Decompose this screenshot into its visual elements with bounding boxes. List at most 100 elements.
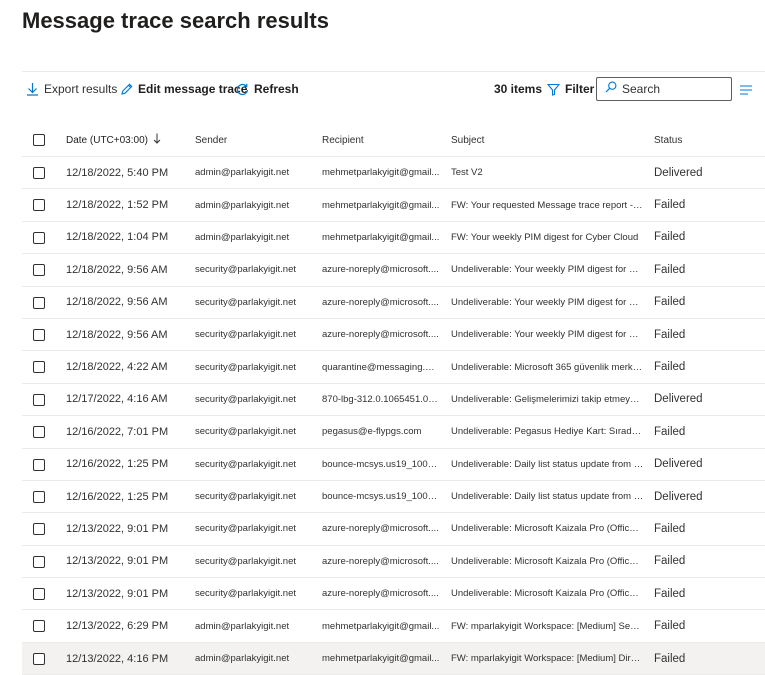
row-sender: security@parlakyigit.net bbox=[195, 555, 296, 567]
column-header-sender[interactable]: Sender bbox=[195, 135, 313, 146]
search-icon bbox=[605, 80, 617, 98]
table-row[interactable]: 12/17/2022, 4:16 AM security@parlakyigit.… bbox=[22, 384, 765, 417]
row-sender: security@parlakyigit.net bbox=[195, 491, 296, 503]
row-recipient: mehmetparlakyigit@gmail... bbox=[322, 231, 440, 243]
row-sender: security@parlakyigit.net bbox=[195, 523, 296, 535]
column-header-recipient[interactable]: Recipient bbox=[322, 135, 440, 146]
row-checkbox[interactable] bbox=[33, 167, 47, 181]
row-date: 12/16/2022, 7:01 PM bbox=[66, 425, 169, 438]
row-date: 12/18/2022, 5:40 PM bbox=[66, 166, 169, 179]
row-status: Failed bbox=[654, 425, 686, 438]
row-date: 12/18/2022, 9:56 AM bbox=[66, 328, 168, 341]
row-status: Failed bbox=[654, 522, 686, 535]
table-row[interactable]: 12/13/2022, 4:16 PM admin@parlakyigit.net… bbox=[22, 642, 765, 675]
table-body: 12/18/2022, 5:40 PM admin@parlakyigit.net… bbox=[22, 157, 765, 675]
table-row[interactable]: 12/18/2022, 1:04 PM admin@parlakyigit.net… bbox=[22, 222, 765, 255]
row-status: Failed bbox=[654, 231, 686, 244]
table-row[interactable]: 12/18/2022, 4:22 AM security@parlakyigit.… bbox=[22, 351, 765, 384]
table-row[interactable]: 12/18/2022, 9:56 AM security@parlakyigit.… bbox=[22, 254, 765, 287]
row-status: Failed bbox=[654, 263, 686, 276]
row-status: Delivered bbox=[654, 458, 703, 471]
row-subject: Undeliverable: Microsoft Kaizala Pro (Of… bbox=[451, 588, 644, 600]
edit-message-trace-button[interactable]: Edit message trace bbox=[120, 74, 247, 104]
row-checkbox[interactable] bbox=[33, 620, 47, 634]
table-row[interactable]: 12/13/2022, 9:01 PM security@parlakyigit.… bbox=[22, 578, 765, 611]
column-header-date[interactable]: Date (UTC+03:00) bbox=[66, 133, 186, 147]
row-subject: Undeliverable: Pegasus Hediye Kart: Sıra… bbox=[451, 426, 644, 438]
row-checkbox[interactable] bbox=[33, 652, 47, 667]
row-recipient: azure-noreply@microsoft.... bbox=[322, 523, 439, 535]
row-recipient: quarantine@messaging.mi... bbox=[322, 361, 440, 373]
table-row[interactable]: 12/13/2022, 6:29 PM admin@parlakyigit.net… bbox=[22, 610, 765, 643]
row-subject: Undeliverable: Microsoft Kaizala Pro (Of… bbox=[451, 555, 644, 567]
table-row[interactable]: 12/13/2022, 9:01 PM security@parlakyigit.… bbox=[22, 513, 765, 546]
row-date: 12/13/2022, 4:16 PM bbox=[66, 652, 169, 665]
row-checkbox[interactable] bbox=[33, 328, 47, 343]
row-checkbox[interactable] bbox=[33, 490, 47, 505]
row-recipient: 870-lbg-312.0.1065451.0.0... bbox=[322, 393, 440, 405]
row-status: Failed bbox=[654, 652, 686, 665]
row-checkbox[interactable] bbox=[33, 426, 47, 440]
search-box[interactable] bbox=[596, 77, 732, 101]
row-checkbox[interactable] bbox=[33, 555, 47, 570]
row-date: 12/17/2022, 4:16 AM bbox=[66, 393, 168, 406]
table-row[interactable]: 12/18/2022, 1:52 PM admin@parlakyigit.net… bbox=[22, 189, 765, 222]
row-date: 12/18/2022, 9:56 AM bbox=[66, 263, 168, 276]
row-checkbox[interactable] bbox=[33, 393, 47, 408]
table-row[interactable]: 12/13/2022, 9:01 PM security@parlakyigit.… bbox=[22, 546, 765, 579]
row-checkbox[interactable] bbox=[33, 361, 47, 375]
row-recipient: pegasus@e-flypgs.com bbox=[322, 426, 422, 438]
row-sender: security@parlakyigit.net bbox=[195, 329, 296, 341]
toolbar: Export results Edit message trace Refres… bbox=[22, 74, 765, 106]
row-recipient: bounce-mcsys.us19_10006... bbox=[322, 458, 440, 470]
row-sender: admin@parlakyigit.net bbox=[195, 231, 290, 243]
column-options-button[interactable] bbox=[740, 82, 753, 100]
row-subject: Undeliverable: Microsoft 365 güvenlik me… bbox=[451, 361, 644, 373]
row-checkbox[interactable] bbox=[33, 458, 47, 473]
row-sender: security@parlakyigit.net bbox=[195, 296, 296, 308]
row-subject: FW: Your weekly PIM digest for Cyber Clo… bbox=[451, 231, 639, 243]
table-row[interactable]: 12/18/2022, 9:56 AM security@parlakyigit.… bbox=[22, 287, 765, 319]
refresh-button[interactable]: Refresh bbox=[236, 74, 299, 104]
table-row[interactable]: 12/16/2022, 7:01 PM security@parlakyigit.… bbox=[22, 416, 765, 449]
row-checkbox[interactable] bbox=[33, 296, 47, 311]
export-results-button[interactable]: Export results bbox=[26, 74, 117, 104]
row-recipient: azure-noreply@microsoft.... bbox=[322, 555, 439, 567]
pencil-icon bbox=[120, 83, 133, 96]
row-checkbox[interactable] bbox=[33, 199, 47, 213]
search-input[interactable] bbox=[622, 82, 722, 96]
edit-message-trace-label: Edit message trace bbox=[138, 82, 248, 96]
row-date: 12/18/2022, 1:04 PM bbox=[66, 231, 169, 244]
row-subject: Undeliverable: Your weekly PIM digest fo… bbox=[451, 296, 644, 308]
row-status: Delivered bbox=[654, 166, 703, 179]
row-status: Delivered bbox=[654, 490, 703, 503]
select-all-checkbox[interactable] bbox=[33, 134, 47, 148]
row-recipient: mehmetparlakyigit@gmail... bbox=[322, 620, 440, 632]
row-subject: FW: Your requested Message trace report … bbox=[451, 199, 644, 211]
row-recipient: azure-noreply@microsoft.... bbox=[322, 588, 439, 600]
column-header-status[interactable]: Status bbox=[654, 135, 734, 146]
row-date: 12/13/2022, 9:01 PM bbox=[66, 555, 169, 568]
row-recipient: mehmetparlakyigit@gmail... bbox=[322, 653, 440, 665]
row-date: 12/13/2022, 9:01 PM bbox=[66, 587, 169, 600]
table-row[interactable]: 12/18/2022, 9:56 AM security@parlakyigit.… bbox=[22, 319, 765, 352]
filter-button[interactable]: Filter bbox=[547, 74, 594, 104]
row-checkbox[interactable] bbox=[33, 264, 47, 278]
column-header-subject[interactable]: Subject bbox=[451, 135, 644, 146]
row-checkbox[interactable] bbox=[33, 588, 47, 602]
row-date: 12/13/2022, 9:01 PM bbox=[66, 522, 169, 535]
row-checkbox[interactable] bbox=[33, 231, 47, 246]
header-divider bbox=[22, 71, 765, 72]
row-date: 12/18/2022, 9:56 AM bbox=[66, 296, 168, 309]
table-row[interactable]: 12/18/2022, 5:40 PM admin@parlakyigit.net… bbox=[22, 157, 765, 190]
row-status: Failed bbox=[654, 620, 686, 633]
row-subject: Undeliverable: Gelişmelerimizi takip etm… bbox=[451, 393, 644, 405]
row-subject: Test V2 bbox=[451, 167, 483, 179]
row-subject: Undeliverable: Your weekly PIM digest fo… bbox=[451, 264, 644, 276]
row-status: Failed bbox=[654, 555, 686, 568]
table-row[interactable]: 12/16/2022, 1:25 PM security@parlakyigit.… bbox=[22, 481, 765, 514]
row-checkbox[interactable] bbox=[33, 523, 47, 537]
table-row[interactable]: 12/16/2022, 1:25 PM security@parlakyigit.… bbox=[22, 449, 765, 481]
row-subject: Undeliverable: Daily list status update … bbox=[451, 458, 644, 470]
row-recipient: azure-noreply@microsoft.... bbox=[322, 296, 439, 308]
